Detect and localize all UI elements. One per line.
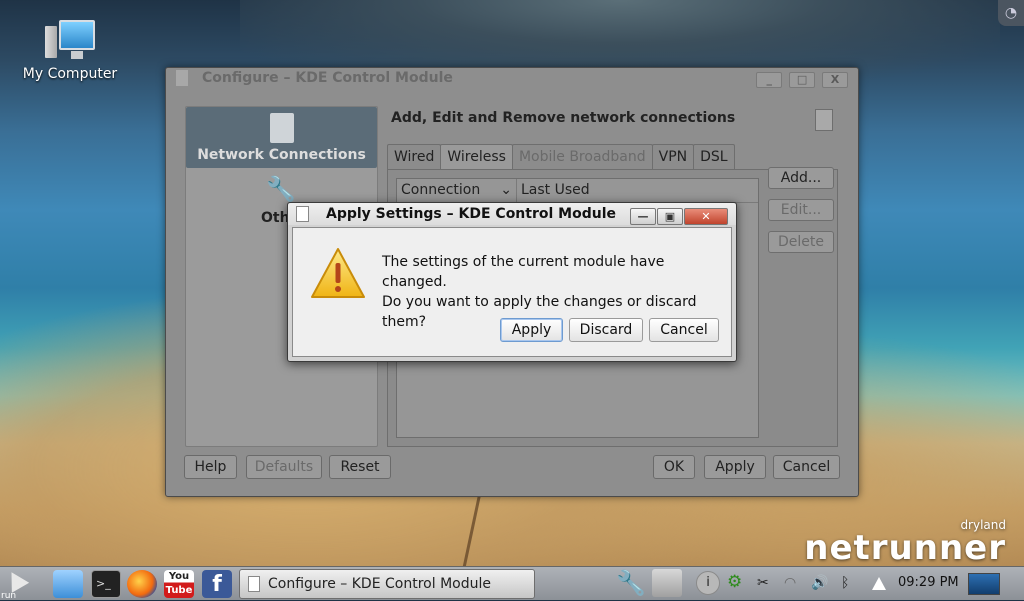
ok-button[interactable]: OK	[653, 455, 695, 479]
window-app-icon	[176, 70, 188, 86]
scissors-icon[interactable]: ✂	[757, 575, 769, 591]
taskbar: run >_ You Tube f Configure – KDE Control…	[0, 566, 1024, 601]
dialog-body: The settings of the current module have …	[292, 227, 732, 357]
maximize-button[interactable]: □	[789, 72, 816, 88]
facebook-icon[interactable]: f	[202, 570, 232, 598]
clock[interactable]: 09:29 PM	[898, 575, 959, 590]
task-configure-kde[interactable]: Configure – KDE Control Module	[239, 569, 535, 599]
home-folder-icon[interactable]	[53, 570, 83, 598]
launcher-arrow-icon	[2, 567, 30, 593]
warning-icon	[311, 248, 365, 298]
apply-button[interactable]: Apply	[704, 455, 766, 479]
dialog-close-button[interactable]: ✕	[684, 208, 728, 225]
edit-button[interactable]: Edit...	[768, 199, 834, 221]
document-icon	[269, 113, 294, 143]
computer-icon	[45, 20, 95, 60]
desktop-toolbox-button[interactable]: ◔	[998, 0, 1024, 26]
firefox-icon[interactable]	[127, 570, 157, 598]
connection-tabs: Wired Wireless Mobile Broadband VPN DSL	[387, 144, 735, 170]
desktop-icon-label: My Computer	[22, 66, 118, 82]
delete-button[interactable]: Delete	[768, 231, 834, 253]
terminal-icon[interactable]: >_	[91, 570, 121, 598]
add-button[interactable]: Add...	[768, 167, 834, 189]
module-item-label: Network Connections	[197, 147, 366, 163]
dialog-maximize-button[interactable]: ▣	[657, 208, 683, 225]
tools-icon: 🔧	[266, 175, 296, 203]
help-button[interactable]: Help	[184, 455, 237, 479]
task-window-icon	[248, 576, 260, 592]
desktop-icon-my-computer[interactable]: My Computer	[20, 20, 120, 82]
task-label: Configure – KDE Control Module	[268, 576, 491, 592]
dialog-app-icon	[296, 206, 309, 222]
dialog-apply-button[interactable]: Apply	[500, 318, 563, 342]
chevron-down-icon: ⌄	[500, 182, 512, 198]
window-titlebar[interactable]: Configure – KDE Control Module _ □ X	[166, 68, 858, 88]
reset-button[interactable]: Reset	[329, 455, 391, 479]
apply-settings-dialog: Apply Settings – KDE Control Module — ▣ ✕ …	[287, 202, 737, 362]
window-title: Configure – KDE Control Module	[202, 70, 453, 86]
column-header-last-used[interactable]: Last Used	[517, 179, 594, 202]
wifi-icon[interactable]: ◠	[784, 575, 796, 591]
column-header-connection[interactable]: Connection ⌄	[397, 179, 517, 202]
module-item-other[interactable]: Oth	[261, 210, 290, 226]
update-gear-icon[interactable]: ⚙	[727, 572, 742, 592]
module-heading: Add, Edit and Remove network connections	[391, 110, 736, 126]
show-desktop-icon[interactable]	[968, 573, 1000, 595]
brand-logo: dryland netrunner	[804, 518, 1006, 568]
defaults-button[interactable]: Defaults	[246, 455, 322, 479]
wallpaper-crack	[462, 495, 481, 570]
system-settings-icon[interactable]: 🔧	[616, 569, 646, 597]
list-header: Connection ⌄ Last Used	[397, 179, 758, 203]
dialog-title: Apply Settings – KDE Control Module	[326, 206, 616, 222]
minimize-button[interactable]: _	[756, 72, 783, 88]
notifications-icon[interactable]	[872, 577, 886, 590]
dialog-titlebar[interactable]: Apply Settings – KDE Control Module — ▣ ✕	[288, 203, 736, 225]
cancel-button[interactable]: Cancel	[773, 455, 840, 479]
module-item-network-connections[interactable]: Network Connections	[186, 107, 377, 168]
close-button[interactable]: X	[822, 72, 848, 88]
dialog-minimize-button[interactable]: —	[630, 208, 656, 225]
youtube-icon[interactable]: You Tube	[164, 570, 194, 598]
tab-vpn[interactable]: VPN	[651, 144, 695, 170]
document-icon	[815, 109, 833, 131]
tab-wireless[interactable]: Wireless	[440, 144, 513, 170]
bluetooth-icon[interactable]: ᛒ	[841, 575, 849, 591]
tab-mobile-broadband[interactable]: Mobile Broadband	[511, 144, 653, 170]
dialog-cancel-button[interactable]: Cancel	[649, 318, 719, 342]
volume-icon[interactable]: 🔊	[811, 575, 828, 591]
package-manager-icon[interactable]	[652, 569, 682, 597]
dialog-discard-button[interactable]: Discard	[569, 318, 643, 342]
klipper-icon[interactable]: i	[696, 571, 720, 595]
application-launcher[interactable]: run	[0, 567, 42, 601]
tab-dsl[interactable]: DSL	[693, 144, 735, 170]
tab-wired[interactable]: Wired	[387, 144, 442, 170]
